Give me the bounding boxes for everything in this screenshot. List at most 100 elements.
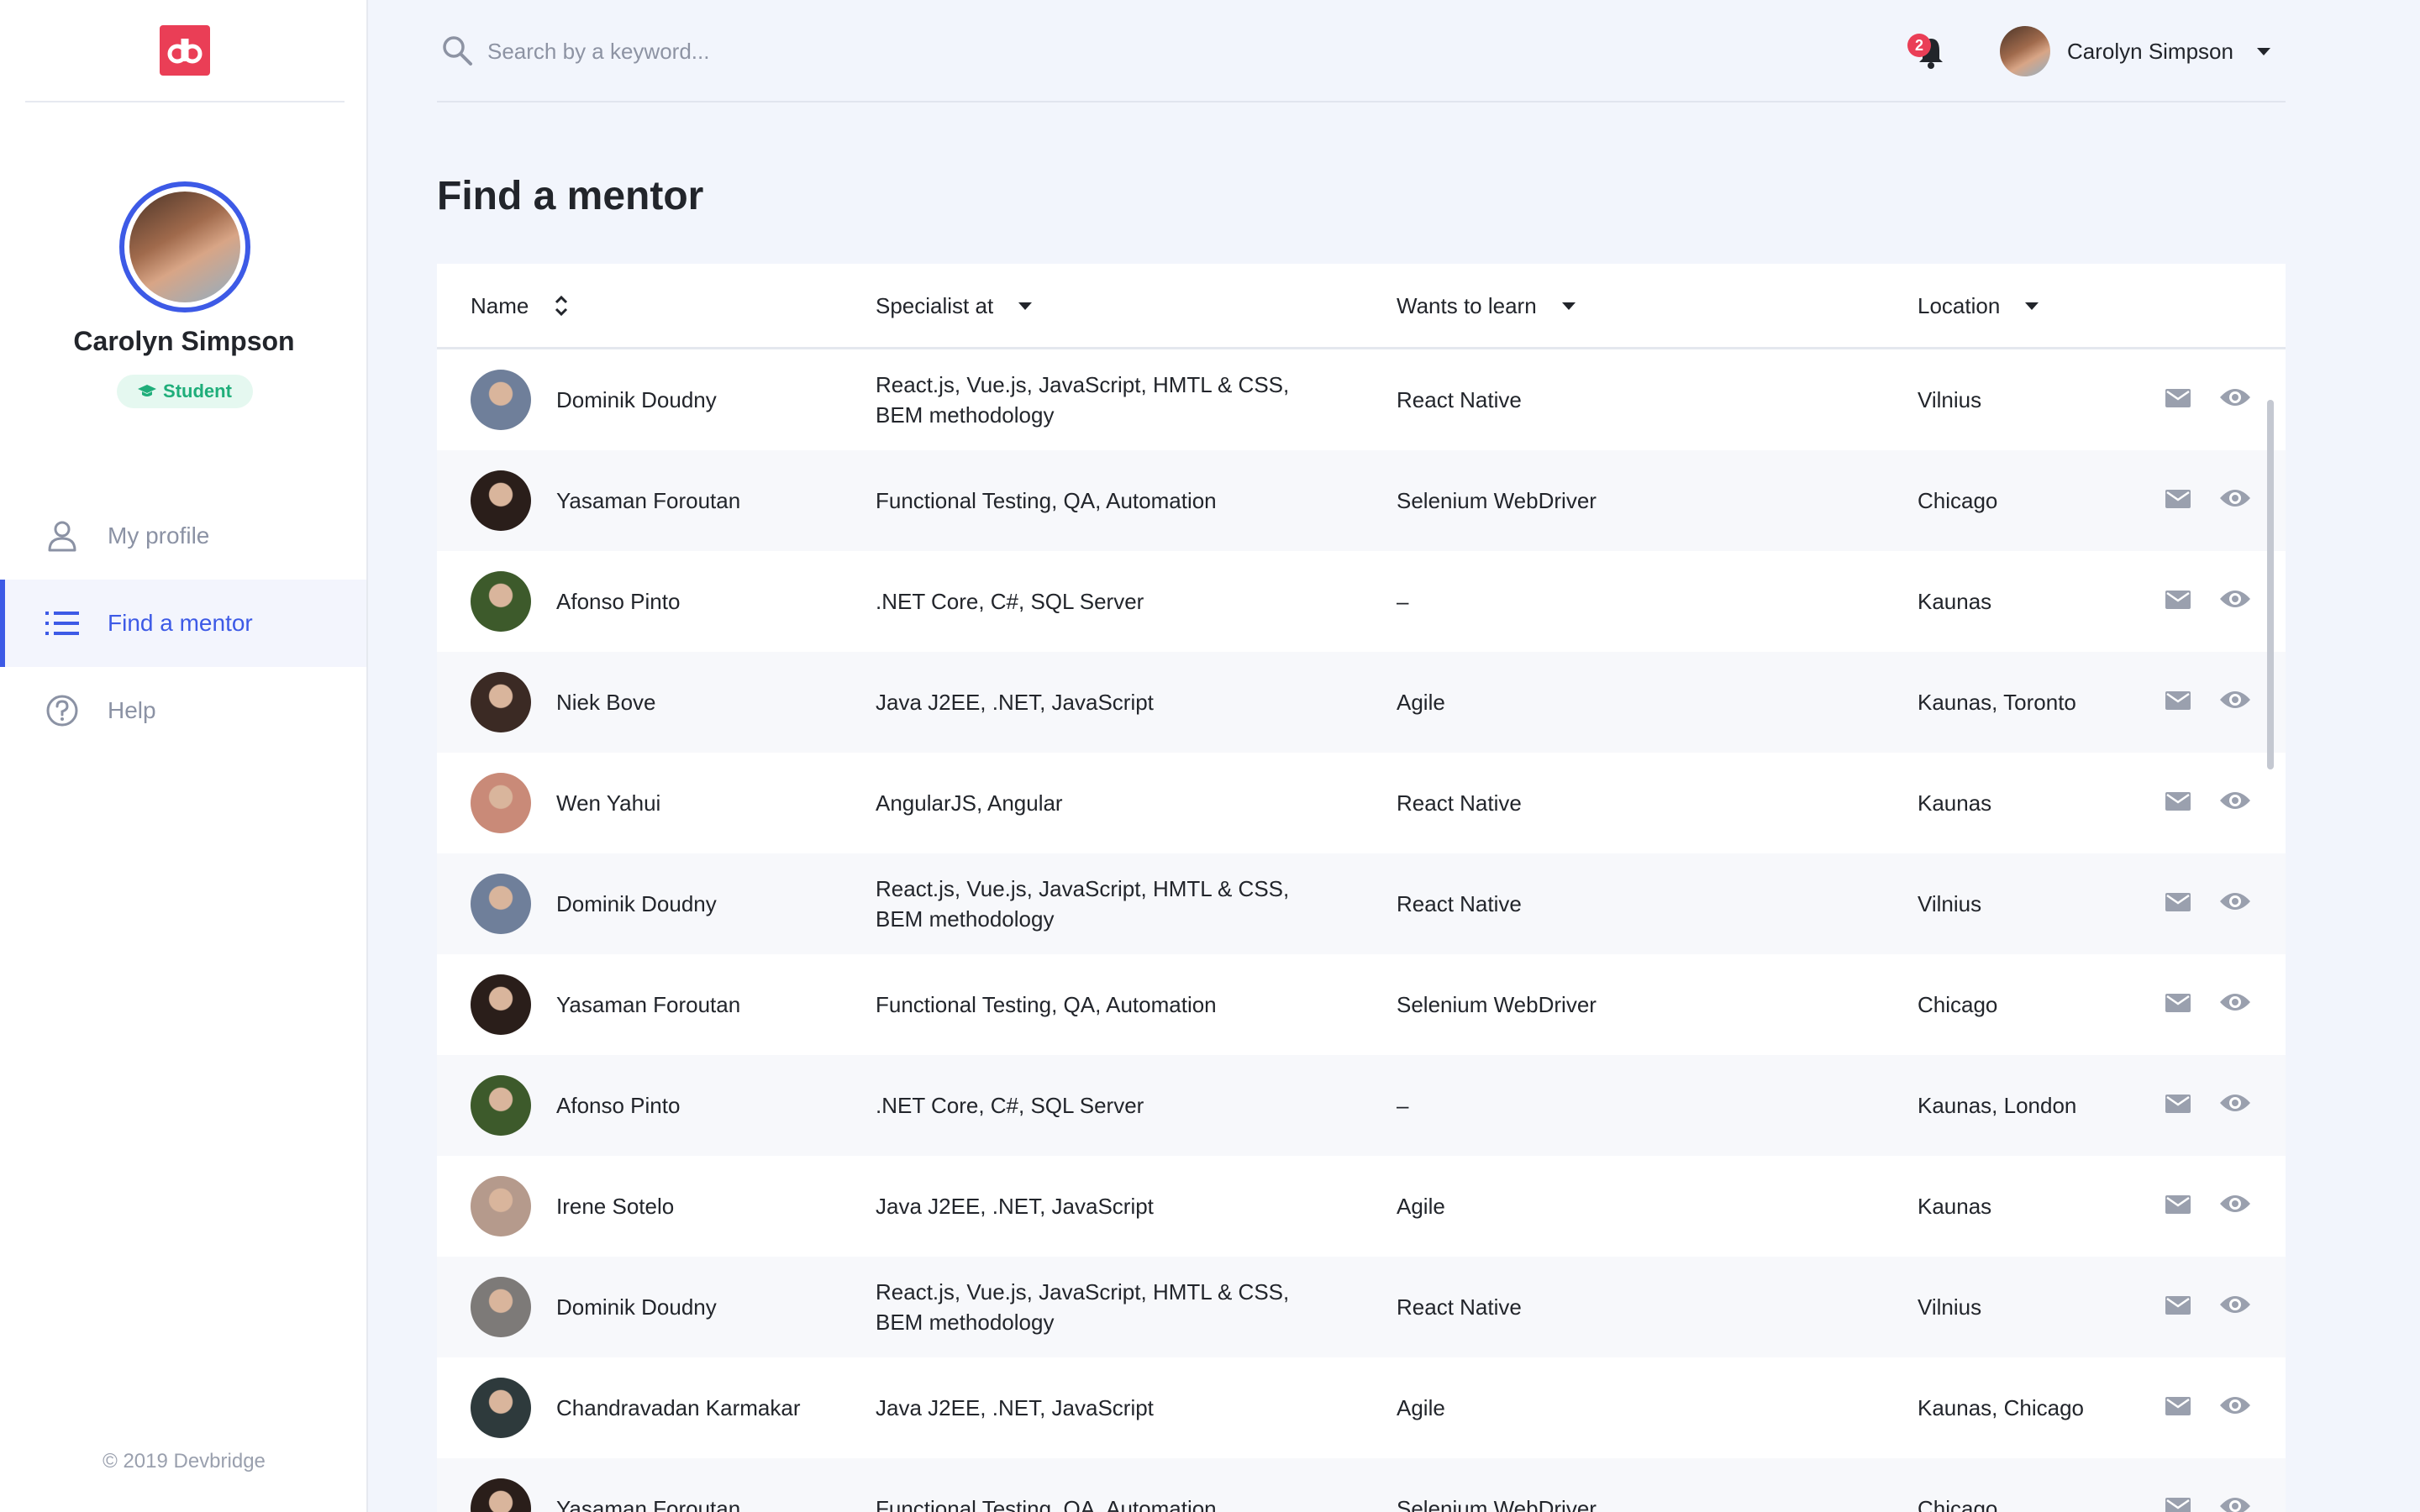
- eye-icon: [2219, 687, 2251, 717]
- mentor-name[interactable]: Dominik Doudny: [556, 1257, 876, 1357]
- view-profile-button[interactable]: [2217, 954, 2254, 1055]
- column-header-wants-to-learn[interactable]: Wants to learn: [1397, 264, 1576, 348]
- table-row[interactable]: Yasaman Foroutan Functional Testing, QA, …: [437, 1458, 2286, 1512]
- table-row[interactable]: Yasaman Foroutan Functional Testing, QA, …: [437, 954, 2286, 1055]
- message-button[interactable]: [2161, 1257, 2195, 1357]
- view-profile-button[interactable]: [2217, 853, 2254, 954]
- mentor-name[interactable]: Dominik Doudny: [556, 853, 876, 954]
- mentor-name[interactable]: Dominik Doudny: [556, 349, 876, 450]
- view-profile-button[interactable]: [2217, 1055, 2254, 1156]
- table-row[interactable]: Irene Sotelo Java J2EE, .NET, JavaScript A…: [437, 1156, 2286, 1257]
- table-row[interactable]: Afonso Pinto .NET Core, C#, SQL Server – Ka…: [437, 1055, 2286, 1156]
- table-row[interactable]: Dominik Doudny React.js, Vue.js, JavaScri…: [437, 349, 2286, 450]
- sidebar-item-my-profile[interactable]: My profile: [0, 492, 366, 580]
- mentor-name[interactable]: Yasaman Foroutan: [556, 450, 876, 551]
- logo-area: [25, 0, 345, 102]
- avatar[interactable]: [471, 1075, 531, 1136]
- mentor-wants-to-learn: Selenium WebDriver: [1397, 1496, 1597, 1512]
- devbridge-logo[interactable]: [160, 25, 210, 76]
- message-button[interactable]: [2161, 551, 2195, 652]
- page-title: Find a mentor: [437, 174, 704, 218]
- avatar[interactable]: [471, 1478, 531, 1512]
- view-profile-button[interactable]: [2217, 551, 2254, 652]
- column-header-specialist[interactable]: Specialist at: [876, 264, 1033, 348]
- search-icon: [440, 34, 474, 67]
- message-button[interactable]: [2161, 853, 2195, 954]
- list-icon: [44, 605, 81, 642]
- avatar[interactable]: [471, 1277, 531, 1337]
- message-button[interactable]: [2161, 652, 2195, 753]
- mentor-name[interactable]: Afonso Pinto: [556, 551, 876, 652]
- avatar[interactable]: [471, 874, 531, 934]
- eye-icon: [2219, 1090, 2251, 1121]
- mentor-wants-to-learn: Agile: [1397, 690, 1445, 715]
- mentor-name[interactable]: Wen Yahui: [556, 753, 876, 853]
- table-row[interactable]: Afonso Pinto .NET Core, C#, SQL Server – Ka…: [437, 551, 2286, 652]
- mentor-specialist-at: Functional Testing, QA, Automation: [876, 992, 1217, 1017]
- avatar[interactable]: [471, 470, 531, 531]
- message-button[interactable]: [2161, 753, 2195, 853]
- view-profile-button[interactable]: [2217, 652, 2254, 753]
- sidebar-item-find-a-mentor[interactable]: Find a mentor: [0, 580, 366, 667]
- mentor-name[interactable]: Yasaman Foroutan: [556, 954, 876, 1055]
- mentor-name[interactable]: Yasaman Foroutan: [556, 1458, 876, 1512]
- table-row[interactable]: Dominik Doudny React.js, Vue.js, JavaScri…: [437, 853, 2286, 954]
- view-profile-button[interactable]: [2217, 1458, 2254, 1512]
- column-header-name[interactable]: Name: [471, 264, 569, 348]
- view-profile-button[interactable]: [2217, 349, 2254, 450]
- eye-icon: [2219, 1393, 2251, 1423]
- view-profile-button[interactable]: [2217, 753, 2254, 853]
- mentor-name[interactable]: Chandravadan Karmakar: [556, 1357, 876, 1458]
- table-row[interactable]: Yasaman Foroutan Functional Testing, QA, …: [437, 450, 2286, 551]
- mail-icon: [2165, 1191, 2191, 1221]
- view-profile-button[interactable]: [2217, 1257, 2254, 1357]
- table-row[interactable]: Dominik Doudny React.js, Vue.js, JavaScri…: [437, 1257, 2286, 1357]
- avatar-cell: [471, 1357, 531, 1458]
- message-button[interactable]: [2161, 1156, 2195, 1257]
- mentor-specialist-at: Java J2EE, .NET, JavaScript: [876, 1395, 1154, 1420]
- scrollbar[interactable]: [2267, 400, 2274, 769]
- avatar[interactable]: [471, 974, 531, 1035]
- mentor-name[interactable]: Niek Bove: [556, 652, 876, 753]
- message-button[interactable]: [2161, 1055, 2195, 1156]
- table-body: Dominik Doudny React.js, Vue.js, JavaScri…: [437, 349, 2286, 1512]
- mentor-specialist-at: Java J2EE, .NET, JavaScript: [876, 1194, 1154, 1219]
- profile-avatar[interactable]: [129, 192, 240, 302]
- avatar[interactable]: [471, 571, 531, 632]
- avatar[interactable]: [471, 1378, 531, 1438]
- table-row[interactable]: Chandravadan Karmakar Java J2EE, .NET, Ja…: [437, 1357, 2286, 1458]
- table-row[interactable]: Wen Yahui AngularJS, Angular React Native K…: [437, 753, 2286, 853]
- message-button[interactable]: [2161, 349, 2195, 450]
- message-button[interactable]: [2161, 1458, 2195, 1512]
- message-button[interactable]: [2161, 954, 2195, 1055]
- user-menu[interactable]: Carolyn Simpson: [2000, 24, 2270, 79]
- notifications-button[interactable]: 2: [1907, 29, 1954, 76]
- mail-icon: [2165, 1494, 2191, 1512]
- message-button[interactable]: [2161, 1357, 2195, 1458]
- chevron-down-icon: [2256, 47, 2270, 55]
- profile-name: Carolyn Simpson: [73, 326, 295, 356]
- search-input[interactable]: [487, 30, 1244, 72]
- mentor-location: Kaunas, London: [1918, 1093, 2077, 1118]
- view-profile-button[interactable]: [2217, 1156, 2254, 1257]
- view-profile-button[interactable]: [2217, 450, 2254, 551]
- chevron-down-icon: [1018, 302, 1033, 310]
- view-profile-button[interactable]: [2217, 1357, 2254, 1458]
- avatar[interactable]: [471, 1176, 531, 1236]
- sidebar-nav: My profile Find a mentor Help: [0, 492, 366, 754]
- avatar[interactable]: [471, 370, 531, 430]
- copyright: © 2019 Devbridge: [103, 1450, 266, 1473]
- chevron-down-icon: [1561, 302, 1576, 310]
- avatar[interactable]: [471, 773, 531, 833]
- mentor-name[interactable]: Afonso Pinto: [556, 1055, 876, 1156]
- message-button[interactable]: [2161, 450, 2195, 551]
- column-header-location[interactable]: Location: [1918, 264, 2039, 348]
- sidebar-item-help[interactable]: Help: [0, 667, 366, 754]
- mentor-location: Kaunas: [1918, 1194, 1992, 1219]
- table-row[interactable]: Niek Bove Java J2EE, .NET, JavaScript Agil…: [437, 652, 2286, 753]
- mail-icon: [2165, 486, 2191, 516]
- avatar[interactable]: [471, 672, 531, 732]
- mentor-specialist-at: .NET Core, C#, SQL Server: [876, 1093, 1144, 1118]
- mentor-name[interactable]: Irene Sotelo: [556, 1156, 876, 1257]
- mentor-wants-to-learn: –: [1397, 1093, 1409, 1118]
